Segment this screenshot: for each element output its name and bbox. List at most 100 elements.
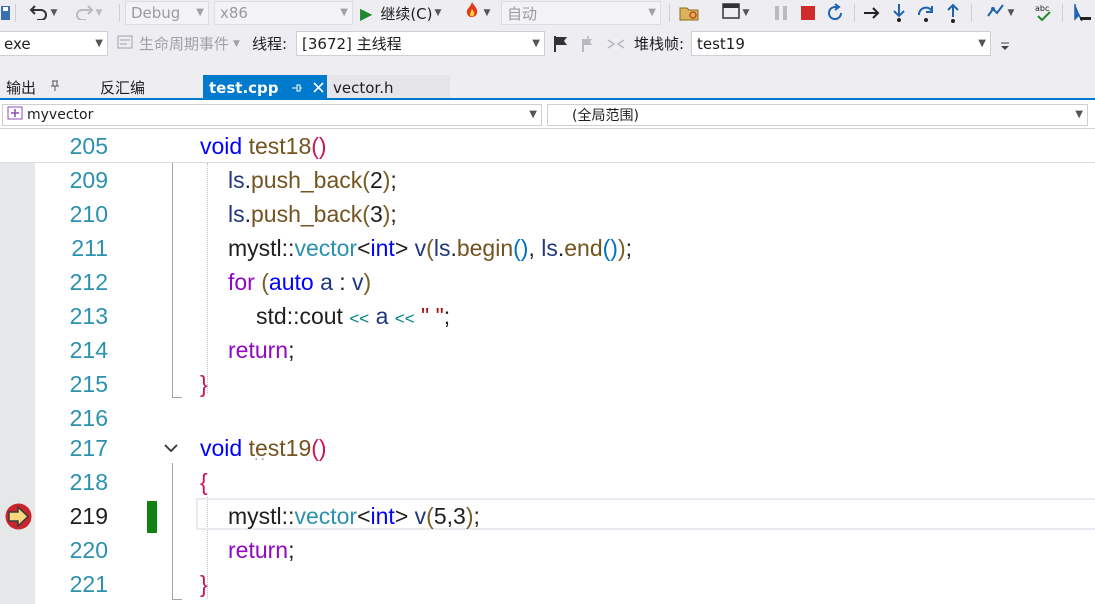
open-folder-icon[interactable]: [678, 2, 700, 24]
line-number: 213: [69, 303, 108, 329]
show-next-statement-icon[interactable]: [861, 2, 883, 24]
pause-icon[interactable]: [770, 2, 792, 24]
flag-threads-icon[interactable]: [578, 33, 600, 55]
code-row[interactable]: 211 mystl::vector<int> v(ls.begin(), ls.…: [0, 231, 1095, 265]
lifecycle-events-button[interactable]: 生命周期事件 ▼: [117, 31, 257, 56]
code-token: test18: [248, 133, 312, 159]
code-row[interactable]: 221 }: [0, 567, 1095, 601]
flame-icon: [462, 1, 482, 25]
thread-label: 线程:: [252, 35, 288, 53]
thread-value: [3672] 主线程: [302, 35, 402, 53]
stop-icon[interactable]: [797, 2, 819, 24]
code-line: return;: [228, 537, 295, 563]
toolbar-separator: [669, 4, 670, 22]
code-line: ls.push_back(3);: [228, 201, 397, 227]
chevron-down-icon: ▼: [95, 38, 103, 49]
process-value: exe: [4, 34, 31, 53]
code-line: return;: [228, 337, 295, 363]
code-line: for (auto a : v): [228, 269, 372, 295]
sticky-scroll-header[interactable]: 205 void test18(): [0, 129, 1095, 163]
redo-button[interactable]: ▼: [70, 2, 106, 24]
pin-icon[interactable]: [291, 79, 303, 97]
step-over-icon[interactable]: [914, 2, 938, 24]
code-token: 3: [369, 201, 383, 227]
line-number: 205: [69, 133, 108, 159]
chevron-down-icon: ▼: [340, 7, 348, 18]
process-dropdown[interactable]: exe ▼: [0, 31, 108, 56]
toolbar-separator: [1062, 4, 1063, 22]
thread-dropdown[interactable]: [3672] 主线程 ▼: [296, 31, 545, 56]
tab-output[interactable]: 输出: [0, 75, 88, 100]
step-out-icon[interactable]: [942, 2, 964, 24]
code-row[interactable]: 210 ls.push_back(3);: [0, 197, 1095, 231]
scope-value: myvector: [27, 107, 94, 123]
code-row[interactable]: 220 return;: [0, 533, 1095, 567]
close-icon[interactable]: [312, 79, 324, 97]
code-row[interactable]: 214 return;: [0, 333, 1095, 367]
code-token: push_back: [251, 167, 363, 193]
show-threads-icon[interactable]: [605, 33, 627, 55]
toolbar-overflow-icon[interactable]: [997, 35, 1013, 57]
code-row[interactable]: 213 std::cout << a << " ";: [0, 299, 1095, 333]
redo-icon: [74, 2, 94, 24]
code-row[interactable]: 209 ls.push_back(2);: [0, 163, 1095, 197]
code-row[interactable]: 218 {: [0, 465, 1095, 499]
chevron-down-icon[interactable]: ▼: [96, 8, 103, 18]
code-token: void: [200, 133, 243, 159]
tab-disassembly[interactable]: 反汇编: [94, 75, 198, 100]
restart-icon[interactable]: [824, 2, 846, 24]
chevron-down-icon: ▼: [648, 7, 656, 18]
code-row[interactable]: 215 }: [0, 367, 1095, 401]
diagnostics-button[interactable]: ▼: [978, 2, 1022, 24]
code-row[interactable]: 216: [0, 401, 1095, 435]
global-scope-dropdown[interactable]: (全局范围) ▼: [547, 104, 1088, 126]
code-line: }: [200, 371, 208, 397]
global-scope-value: (全局范围): [572, 108, 639, 124]
chevron-down-icon: ▼: [196, 7, 204, 18]
debug-toolbar: ▼ ▼ Debug ▼ x86 ▼ ▶ 继续(C) ▼ ▼ 自动 ▼ ▼ ▼ a…: [0, 0, 1095, 27]
current-statement-arrow-icon[interactable]: [4, 502, 33, 531]
auto-dropdown[interactable]: 自动 ▼: [501, 1, 661, 25]
line-number: 210: [69, 201, 108, 227]
code-token: cout: [299, 303, 343, 329]
solution-config-dropdown[interactable]: Debug ▼: [125, 1, 209, 25]
code-row-current[interactable]: 219 mystl::vector<int> v(5,3);: [0, 499, 1095, 533]
cursor-icon[interactable]: [1071, 2, 1093, 24]
pin-icon[interactable]: [50, 80, 60, 95]
continue-button[interactable]: ▶ 继续(C) ▼: [360, 2, 452, 24]
code-line: void test18(): [200, 133, 327, 159]
code-token: " ": [421, 303, 444, 329]
class-icon: [7, 106, 23, 124]
chevron-down-icon: ▼: [529, 109, 537, 120]
code-token: v: [414, 503, 427, 529]
code-token: vector: [294, 235, 358, 261]
code-editor[interactable]: 205 void test18() 209 ls.push_back(2); 2…: [0, 129, 1095, 604]
tab-vector-h[interactable]: vector.h: [327, 75, 450, 100]
scope-dropdown[interactable]: myvector ▼: [2, 104, 542, 126]
code-token: int: [370, 503, 395, 529]
platform-dropdown[interactable]: x86 ▼: [214, 1, 353, 25]
code-token: 5: [433, 503, 447, 529]
save-icon[interactable]: [0, 2, 12, 24]
toolbar-separator: [854, 4, 855, 22]
stack-frame-dropdown[interactable]: test19 ▼: [691, 31, 991, 56]
lifecycle-label: 生命周期事件: [139, 35, 230, 53]
flag-icon[interactable]: [551, 33, 571, 55]
chevron-down-icon[interactable]: ▼: [51, 8, 58, 18]
code-line: {: [200, 469, 208, 495]
step-into-icon[interactable]: [888, 2, 910, 24]
stack-frame-value: test19: [697, 34, 745, 53]
window-layout-button[interactable]: ▼: [714, 2, 756, 24]
code-row[interactable]: 212 for (auto a : v): [0, 265, 1095, 299]
chevron-down-icon[interactable]: ▼: [484, 8, 491, 18]
chevron-down-icon[interactable]: ▼: [743, 8, 750, 18]
tab-test-cpp[interactable]: test.cpp: [203, 75, 327, 100]
hot-reload-button[interactable]: ▼: [458, 2, 494, 24]
code-token: auto: [268, 269, 314, 295]
undo-button[interactable]: ▼: [24, 2, 62, 24]
code-token: begin: [456, 235, 514, 261]
collapse-chevron-icon[interactable]: [160, 431, 182, 465]
spell-check-icon[interactable]: abc: [1033, 2, 1055, 24]
chevron-down-icon[interactable]: ▼: [1008, 8, 1015, 18]
line-number: 215: [69, 371, 108, 397]
